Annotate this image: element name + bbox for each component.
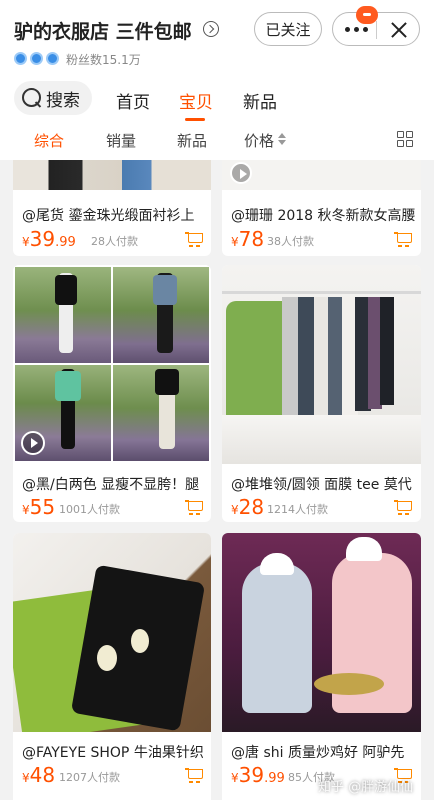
- product-card[interactable]: @堆堆领/圆领 面膜 tee 莫代 ¥28 1214人付款: [222, 265, 421, 522]
- sold-count: 1207人付款: [59, 771, 120, 784]
- notification-badge: [356, 6, 378, 24]
- product-price: ¥39.99: [22, 227, 76, 251]
- tab-new[interactable]: 新品: [243, 88, 277, 113]
- sort-sales[interactable]: 销量: [106, 130, 136, 151]
- shop-header: 驴的衣服店 三件包邮 粉丝数15.1万 已关注 搜索 首页 宝贝 新品 综合 销…: [0, 0, 434, 160]
- product-price: ¥39.99: [231, 763, 285, 787]
- product-image: [13, 265, 211, 463]
- active-tab-indicator: [185, 118, 205, 121]
- sort-price[interactable]: 价格: [244, 130, 274, 151]
- cart-icon[interactable]: [394, 231, 412, 247]
- product-price: ¥78: [231, 227, 265, 251]
- sold-count: 1001人付款: [59, 503, 120, 516]
- sort-new[interactable]: 新品: [177, 130, 207, 151]
- product-card[interactable]: @唐 shi 质量炒鸡好 阿驴先 ¥39.99 85人付款: [222, 533, 421, 800]
- sold-count: 28人付款: [91, 235, 138, 248]
- capsule-divider: [376, 21, 377, 39]
- verified-badges: [14, 52, 59, 65]
- product-image: [222, 160, 421, 190]
- product-title: @堆堆领/圆领 面膜 tee 莫代: [231, 477, 412, 493]
- shop-title[interactable]: 驴的衣服店 三件包邮: [14, 17, 192, 44]
- product-title: @FAYEYE SHOP 牛油果针织: [22, 745, 204, 761]
- watermark: 知乎 @胖游仙仙: [318, 780, 414, 795]
- product-price: ¥28: [231, 495, 265, 519]
- product-price: ¥55: [22, 495, 56, 519]
- product-image: [222, 533, 421, 732]
- verified-badge-icon: [30, 52, 43, 65]
- sort-arrows-icon[interactable]: [278, 133, 286, 145]
- product-card[interactable]: @尾货 鎏金珠光缎面衬衫上 ¥39.99 28人付款: [13, 160, 211, 256]
- search-button[interactable]: 搜索: [14, 81, 92, 115]
- product-title: @尾货 鎏金珠光缎面衬衫上: [22, 208, 195, 224]
- product-image: [222, 265, 421, 464]
- play-icon[interactable]: [21, 431, 45, 455]
- verified-badge-icon: [46, 52, 59, 65]
- tab-home[interactable]: 首页: [116, 88, 150, 113]
- product-image: [13, 160, 211, 190]
- verified-badge-icon: [14, 52, 27, 65]
- grid-view-icon[interactable]: [397, 131, 413, 147]
- product-price: ¥48: [22, 763, 56, 787]
- play-icon[interactable]: [230, 162, 252, 184]
- sort-default[interactable]: 综合: [34, 130, 64, 151]
- product-card[interactable]: @FAYEYE SHOP 牛油果针织 ¥48 1207人付款: [13, 533, 211, 800]
- close-icon[interactable]: [389, 20, 409, 40]
- search-label: 搜索: [46, 90, 80, 111]
- cart-icon[interactable]: [185, 231, 203, 247]
- product-title: @珊珊 2018 秋冬新款女高腰: [231, 208, 415, 224]
- sold-count: 38人付款: [267, 235, 314, 248]
- product-card[interactable]: @黑/白两色 显瘦不显胯！腿 ¥55 1001人付款: [13, 265, 211, 522]
- product-card[interactable]: @珊珊 2018 秋冬新款女高腰 ¥78 38人付款: [222, 160, 421, 256]
- product-title: @唐 shi 质量炒鸡好 阿驴先: [231, 745, 405, 761]
- product-title: @黑/白两色 显瘦不显胯！腿: [22, 477, 200, 493]
- product-image: [13, 533, 211, 732]
- search-icon: [20, 86, 44, 110]
- follow-button[interactable]: 已关注: [254, 12, 322, 46]
- cart-icon[interactable]: [185, 767, 203, 783]
- cart-icon[interactable]: [394, 499, 412, 515]
- more-dots-icon[interactable]: [345, 27, 368, 32]
- fans-count: 粉丝数15.1万: [66, 53, 141, 67]
- chevron-right-icon[interactable]: [203, 21, 219, 37]
- tab-products[interactable]: 宝贝: [179, 88, 213, 113]
- cart-icon[interactable]: [185, 499, 203, 515]
- sold-count: 1214人付款: [267, 503, 328, 516]
